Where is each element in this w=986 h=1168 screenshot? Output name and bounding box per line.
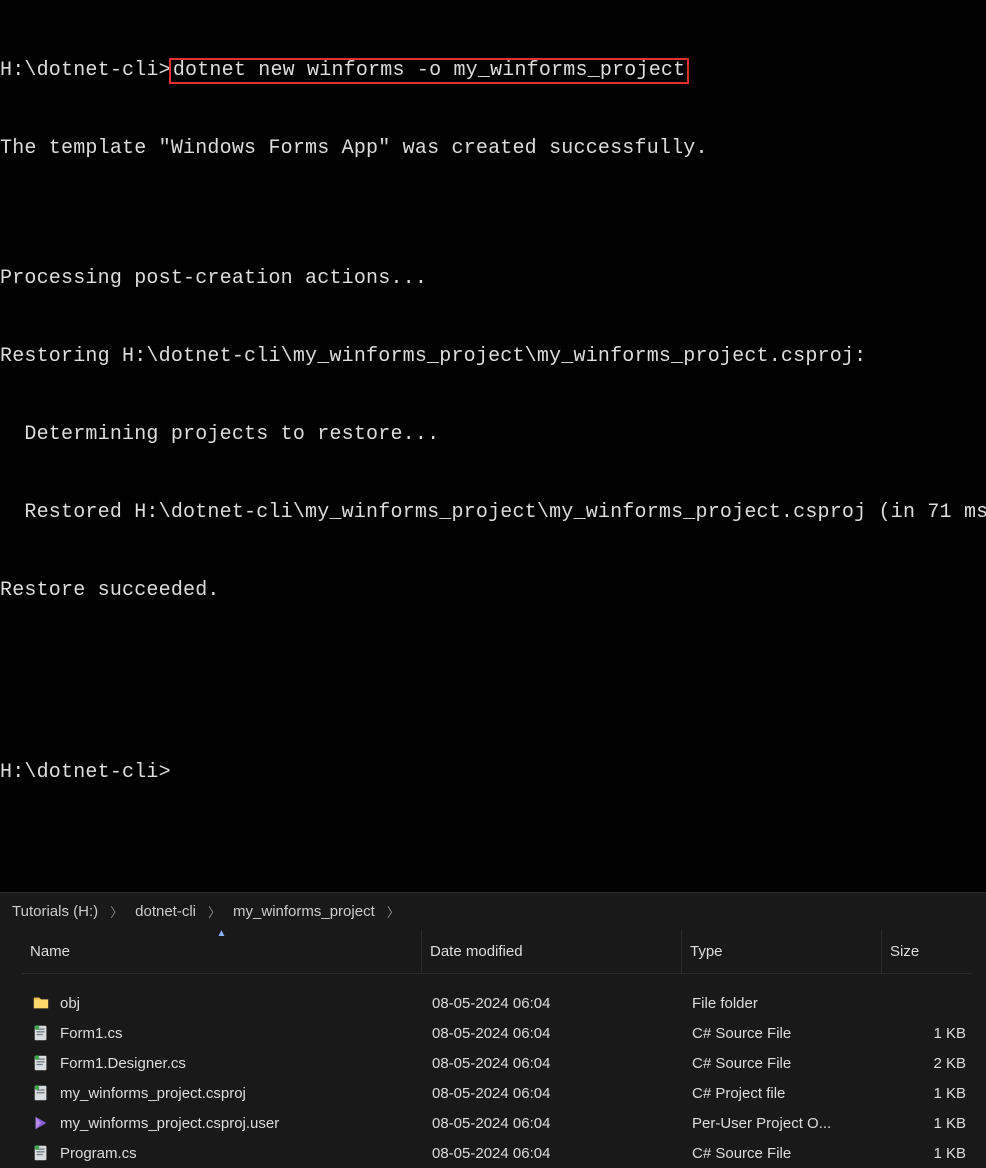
csfile-icon bbox=[32, 1054, 50, 1072]
chevron-right-icon: 〉 bbox=[385, 902, 402, 921]
breadcrumb-item[interactable]: dotnet-cli bbox=[131, 901, 200, 922]
column-headers: ▲ Name Date modified Type Size bbox=[22, 930, 972, 974]
file-date: 08-05-2024 06:04 bbox=[424, 1113, 684, 1134]
file-size: 2 KB bbox=[884, 1053, 974, 1074]
file-name-cell: my_winforms_project.csproj bbox=[24, 1082, 424, 1104]
output-line: Restore succeeded. bbox=[0, 578, 986, 604]
file-size: 1 KB bbox=[884, 1113, 974, 1134]
file-name-cell: Form1.cs bbox=[24, 1022, 424, 1044]
file-name-cell: obj bbox=[24, 992, 424, 1014]
file-type: C# Source File bbox=[684, 1023, 884, 1044]
chevron-right-icon: 〉 bbox=[206, 902, 223, 921]
chevron-right-icon: 〉 bbox=[108, 902, 125, 921]
folder-icon bbox=[32, 994, 50, 1012]
csfile-icon bbox=[32, 1144, 50, 1162]
file-row[interactable]: my_winforms_project.csproj 08-05-2024 06:… bbox=[24, 1078, 972, 1108]
file-size bbox=[884, 1001, 974, 1005]
file-row[interactable]: Form1.cs 08-05-2024 06:04C# Source File1 … bbox=[24, 1018, 972, 1048]
file-row[interactable]: Form1.Designer.cs 08-05-2024 06:04C# Sour… bbox=[24, 1048, 972, 1078]
file-date: 08-05-2024 06:04 bbox=[424, 1143, 684, 1164]
file-name: my_winforms_project.csproj bbox=[60, 1085, 246, 1102]
breadcrumb-item[interactable]: Tutorials (H:) bbox=[8, 901, 102, 922]
breadcrumb-item[interactable]: my_winforms_project bbox=[229, 901, 379, 922]
file-name: Program.cs bbox=[60, 1145, 137, 1162]
file-row[interactable]: Program.cs 08-05-2024 06:04C# Source File… bbox=[24, 1138, 972, 1168]
sort-ascending-icon: ▲ bbox=[217, 928, 227, 939]
file-type: C# Source File bbox=[684, 1143, 884, 1164]
file-date: 08-05-2024 06:04 bbox=[424, 1083, 684, 1104]
column-size[interactable]: Size bbox=[882, 930, 972, 973]
file-type: File folder bbox=[684, 993, 884, 1014]
output-line: Processing post-creation actions... bbox=[0, 266, 986, 292]
file-list: ▲ Name Date modified Type Size obj 08-05-… bbox=[0, 930, 986, 1168]
file-type: C# Project file bbox=[684, 1083, 884, 1104]
file-name-cell: Program.cs bbox=[24, 1142, 424, 1164]
column-type[interactable]: Type bbox=[682, 930, 882, 973]
terminal-output[interactable]: H:\dotnet-cli>dotnet new winforms -o my_… bbox=[0, 0, 986, 892]
file-name: my_winforms_project.csproj.user bbox=[60, 1115, 279, 1132]
file-row[interactable]: my_winforms_project.csproj.user 08-05-202… bbox=[24, 1108, 972, 1138]
output-line: Restoring H:\dotnet-cli\my_winforms_proj… bbox=[0, 344, 986, 370]
prompt-line: H:\dotnet-cli> bbox=[0, 760, 986, 786]
prompt-text: H:\dotnet-cli> bbox=[0, 59, 171, 82]
file-name-cell: my_winforms_project.csproj.user bbox=[24, 1112, 424, 1134]
file-type: C# Source File bbox=[684, 1053, 884, 1074]
file-size: 1 KB bbox=[884, 1143, 974, 1164]
file-size: 1 KB bbox=[884, 1083, 974, 1104]
file-name: Form1.Designer.cs bbox=[60, 1055, 186, 1072]
file-type: Per-User Project O... bbox=[684, 1113, 884, 1134]
command-highlight: dotnet new winforms -o my_winforms_proje… bbox=[169, 58, 689, 84]
column-date[interactable]: Date modified bbox=[422, 930, 682, 973]
file-date: 08-05-2024 06:04 bbox=[424, 1053, 684, 1074]
output-line: The template "Windows Forms App" was cre… bbox=[0, 136, 986, 162]
file-row[interactable]: obj 08-05-2024 06:04File folder bbox=[24, 988, 972, 1018]
column-name[interactable]: ▲ Name bbox=[22, 930, 422, 973]
file-name: obj bbox=[60, 995, 80, 1012]
file-explorer: Tutorials (H:) 〉 dotnet-cli 〉 my_winform… bbox=[0, 892, 986, 1168]
breadcrumb[interactable]: Tutorials (H:) 〉 dotnet-cli 〉 my_winform… bbox=[0, 893, 986, 930]
csfile-icon bbox=[32, 1024, 50, 1042]
file-size: 1 KB bbox=[884, 1023, 974, 1044]
file-name-cell: Form1.Designer.cs bbox=[24, 1052, 424, 1074]
prompt-line: H:\dotnet-cli>dotnet new winforms -o my_… bbox=[0, 58, 986, 84]
file-date: 08-05-2024 06:04 bbox=[424, 993, 684, 1014]
output-line: Restored H:\dotnet-cli\my_winforms_proje… bbox=[0, 500, 986, 526]
output-line: Determining projects to restore... bbox=[0, 422, 986, 448]
vsuser-icon bbox=[32, 1114, 50, 1132]
file-name: Form1.cs bbox=[60, 1025, 123, 1042]
file-date: 08-05-2024 06:04 bbox=[424, 1023, 684, 1044]
csproj-icon bbox=[32, 1084, 50, 1102]
